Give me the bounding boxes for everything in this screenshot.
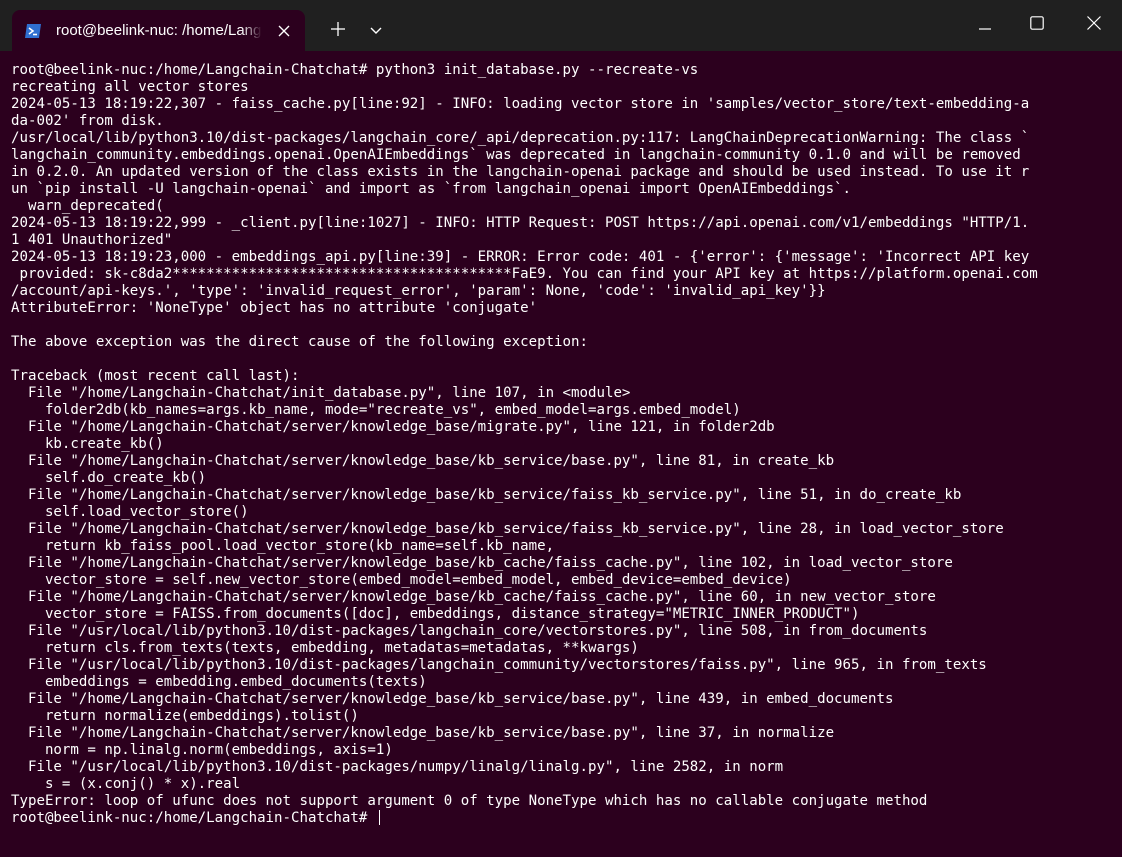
terminal-line: File "/usr/local/lib/python3.10/dist-pac… [11, 759, 784, 775]
terminal-line: File "/home/Langchain-Chatchat/server/kn… [11, 589, 936, 605]
maximize-icon [1030, 16, 1044, 35]
terminal-line: File "/home/Langchain-Chatchat/server/kn… [11, 419, 775, 435]
terminal-line: return cls.from_texts(texts, embedding, … [11, 640, 639, 656]
terminal-line: return normalize(embeddings).tolist() [11, 708, 359, 724]
terminal-line: return kb_faiss_pool.load_vector_store(k… [11, 538, 555, 554]
new-tab-button[interactable] [322, 14, 354, 48]
terminal-line: /account/api-keys.', 'type': 'invalid_re… [11, 283, 826, 299]
terminal-output[interactable]: root@beelink-nuc:/home/Langchain-Chatcha… [0, 51, 1122, 857]
minimize-icon [979, 17, 991, 35]
terminal-line: un `pip install -U langchain-openai` and… [11, 181, 852, 197]
terminal-line: 2024-05-13 18:19:23,000 - embeddings_api… [11, 249, 1030, 265]
terminal-line: kb.create_kb() [11, 436, 164, 452]
terminal-line: File "/home/Langchain-Chatchat/server/kn… [11, 725, 835, 741]
terminal-line: File "/usr/local/lib/python3.10/dist-pac… [11, 657, 987, 673]
terminal-line: File "/usr/local/lib/python3.10/dist-pac… [11, 623, 928, 639]
terminal-line: self.load_vector_store() [11, 504, 249, 520]
terminal-lines: root@beelink-nuc:/home/Langchain-Chatcha… [11, 62, 1111, 810]
terminal-line: AttributeError: 'NoneType' object has no… [11, 300, 538, 316]
tab-dropdown-button[interactable] [360, 14, 392, 48]
terminal-line: TypeError: loop of ufunc does not suppor… [11, 793, 928, 809]
terminal-window: root@beelink-nuc: /home/Langchain-Chatch… [0, 0, 1122, 857]
terminal-line: The above exception was the direct cause… [11, 334, 588, 350]
terminal-line: root@beelink-nuc:/home/Langchain-Chatcha… [11, 62, 699, 78]
title-bar: root@beelink-nuc: /home/Langchain-Chatch… [0, 0, 1122, 51]
terminal-line: in 0.2.0. An updated version of the clas… [11, 164, 1030, 180]
powershell-icon [24, 22, 42, 40]
terminal-line: folder2db(kb_names=args.kb_name, mode="r… [11, 402, 741, 418]
terminal-line: 2024-05-13 18:19:22,307 - faiss_cache.py… [11, 96, 1030, 112]
terminal-line: recreating all vector stores [11, 79, 249, 95]
tab-close-icon[interactable] [274, 21, 294, 41]
tab-title: root@beelink-nuc: /home/Langchain-Chatch… [56, 22, 262, 39]
prompt-line[interactable]: root@beelink-nuc:/home/Langchain-Chatcha… [11, 810, 1111, 827]
terminal-line: embeddings = embedding.embed_documents(t… [11, 674, 427, 690]
terminal-line: norm = np.linalg.norm(embeddings, axis=1… [11, 742, 393, 758]
chevron-down-icon [370, 22, 382, 40]
text-cursor [378, 810, 380, 825]
terminal-line: provided: sk-c8da2**********************… [11, 266, 1038, 282]
terminal-line: File "/home/Langchain-Chatchat/server/kn… [11, 691, 894, 707]
terminal-line: s = (x.conj() * x).real [11, 776, 241, 792]
close-icon [1087, 16, 1101, 35]
terminal-line: File "/home/Langchain-Chatchat/init_data… [11, 385, 631, 401]
terminal-line: langchain_community.embeddings.openai.Op… [11, 147, 1021, 163]
terminal-line: File "/home/Langchain-Chatchat/server/kn… [11, 453, 835, 469]
terminal-line: Traceback (most recent call last): [11, 368, 300, 384]
terminal-line: /usr/local/lib/python3.10/dist-packages/… [11, 130, 1030, 146]
minimize-button[interactable] [958, 0, 1012, 51]
terminal-line: File "/home/Langchain-Chatchat/server/kn… [11, 487, 962, 503]
terminal-line: vector_store = self.new_vector_store(emb… [11, 572, 792, 588]
maximize-button[interactable] [1010, 0, 1064, 51]
terminal-tab[interactable]: root@beelink-nuc: /home/Langchain-Chatch… [12, 10, 305, 51]
terminal-line: File "/home/Langchain-Chatchat/server/kn… [11, 521, 1004, 537]
terminal-line: 2024-05-13 18:19:22,999 - _client.py[lin… [11, 215, 1030, 231]
plus-icon [331, 21, 345, 41]
terminal-line: self.do_create_kb() [11, 470, 207, 486]
terminal-line: 1 401 Unauthorized" [11, 232, 173, 248]
terminal-line: warn_deprecated( [11, 198, 164, 214]
prompt-text: root@beelink-nuc:/home/Langchain-Chatcha… [11, 810, 376, 826]
terminal-line: vector_store = FAISS.from_documents([doc… [11, 606, 860, 622]
terminal-line: File "/home/Langchain-Chatchat/server/kn… [11, 555, 953, 571]
terminal-line: da-002' from disk. [11, 113, 164, 129]
close-window-button[interactable] [1066, 0, 1122, 51]
